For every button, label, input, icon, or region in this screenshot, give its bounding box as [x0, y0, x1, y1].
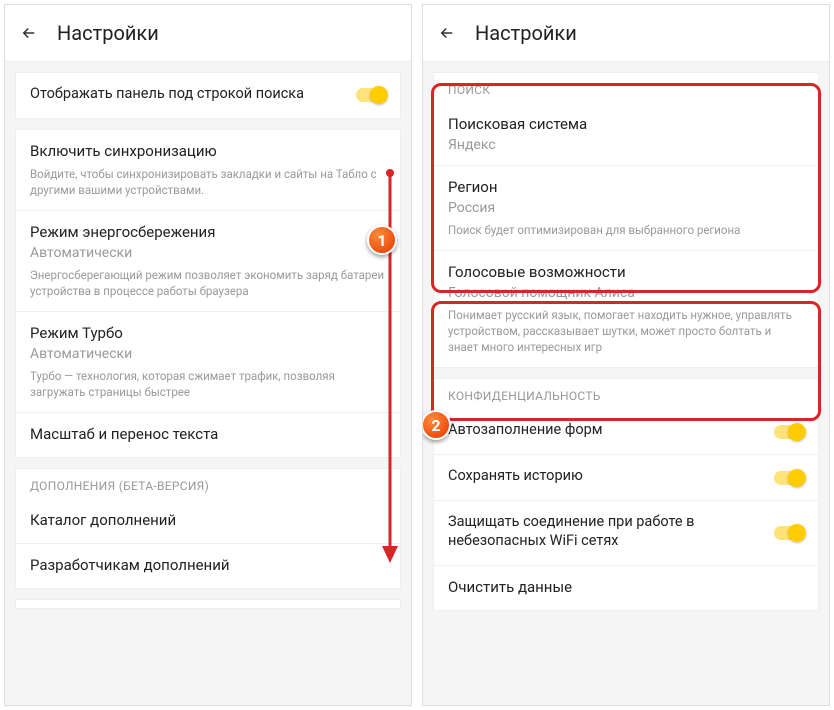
toggle-switch-icon[interactable]: [774, 526, 804, 540]
screen-right: Настройки ПОИСК Поисковая система Яндекс…: [422, 4, 830, 706]
item-value: Яндекс: [448, 137, 804, 153]
item-desc: Поиск будет оптимизирован для выбранного…: [448, 222, 804, 238]
item-label: Защищать соединение при работе в небезоп…: [448, 513, 774, 551]
item-desc: Войдите, чтобы синхронизировать закладки…: [30, 166, 386, 198]
settings-list: Отображать панель под строкой поиска Вкл…: [5, 62, 411, 705]
page-title: Настройки: [475, 21, 577, 45]
energy-item[interactable]: Режим энергосбережения Автоматически Эне…: [16, 210, 400, 311]
item-desc: Турбо — технология, которая сжимает траф…: [30, 368, 386, 400]
item-value: Россия: [448, 200, 804, 216]
item-value: Автоматически: [30, 245, 386, 261]
search-engine-item[interactable]: Поисковая система Яндекс: [434, 103, 818, 165]
header: Настройки: [5, 5, 411, 62]
toggle-switch-icon[interactable]: [774, 425, 804, 439]
panel-toggle-item[interactable]: Отображать панель под строкой поиска: [16, 73, 400, 118]
item-desc: Энергосберегающий режим позволяет эконом…: [30, 267, 386, 299]
screen-left: Настройки Отображать панель под строкой …: [4, 4, 412, 706]
back-icon[interactable]: [437, 23, 457, 43]
header: Настройки: [423, 5, 829, 62]
item-desc: Понимает русский язык, помогает находить…: [448, 307, 804, 355]
devs-item[interactable]: Разработчикам дополнений: [16, 543, 400, 588]
item-label: Режим энергосбережения: [30, 223, 386, 241]
history-item[interactable]: Сохранять историю: [434, 454, 818, 500]
item-label: Каталог дополнений: [30, 511, 386, 529]
voice-item[interactable]: Голосовые возможности Голосовой помощник…: [434, 250, 818, 367]
toggle-switch-icon[interactable]: [356, 88, 386, 102]
item-label: Масштаб и перенос текста: [30, 425, 386, 443]
item-label: Сохранять историю: [448, 467, 774, 486]
settings-list: ПОИСК Поисковая система Яндекс Регион Ро…: [423, 62, 829, 705]
item-value: Автоматически: [30, 346, 386, 362]
section-header-privacy: КОНФИДЕНЦИАЛЬНОСТЬ: [434, 379, 818, 409]
item-label: Поисковая система: [448, 115, 804, 133]
item-label: Режим Турбо: [30, 324, 386, 342]
wifi-protect-item[interactable]: Защищать соединение при работе в небезоп…: [434, 500, 818, 565]
section-header-addons: ДОПОЛНЕНИЯ (БЕТА-ВЕРСИЯ): [16, 469, 400, 499]
sync-item[interactable]: Включить синхронизацию Войдите, чтобы си…: [16, 130, 400, 210]
item-label: Голосовые возможности: [448, 263, 804, 281]
item-label: Отображать панель под строкой поиска: [30, 85, 356, 104]
turbo-item[interactable]: Режим Турбо Автоматически Турбо — технол…: [16, 311, 400, 412]
back-icon[interactable]: [19, 23, 39, 43]
region-item[interactable]: Регион Россия Поиск будет оптимизирован …: [434, 165, 818, 250]
item-label: Очистить данные: [448, 578, 804, 596]
clear-data-item[interactable]: Очистить данные: [434, 565, 818, 610]
item-label: Автозаполнение форм: [448, 421, 774, 440]
item-value: Голосовой помощник Алиса: [448, 285, 804, 301]
scale-item[interactable]: Масштаб и перенос текста: [16, 412, 400, 457]
toggle-switch-icon[interactable]: [774, 471, 804, 485]
item-label: Разработчикам дополнений: [30, 556, 386, 574]
page-title: Настройки: [57, 21, 159, 45]
item-label: Регион: [448, 178, 804, 196]
autofill-item[interactable]: Автозаполнение форм: [434, 409, 818, 454]
section-header-search: ПОИСК: [434, 73, 818, 103]
item-label: Включить синхронизацию: [30, 142, 386, 160]
catalog-item[interactable]: Каталог дополнений: [16, 499, 400, 543]
